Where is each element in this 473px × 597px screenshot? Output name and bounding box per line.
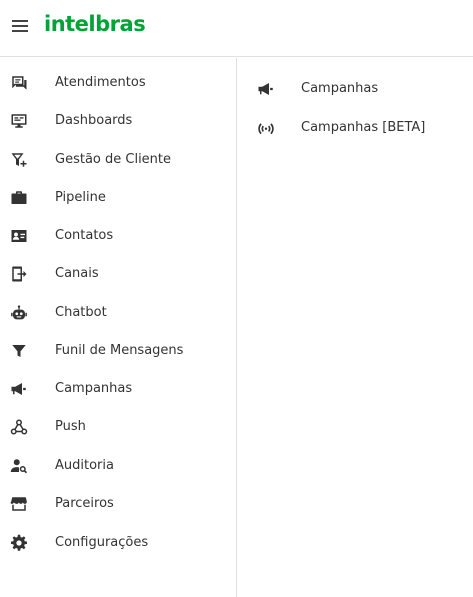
sidebar-item-label: Configurações: [55, 535, 149, 550]
submenu-item-campanhas-beta[interactable]: Campanhas [BETA]: [238, 109, 473, 147]
robot-icon: [10, 304, 28, 322]
sidebar-item-label: Funil de Mensagens: [55, 343, 184, 358]
brand-logo[interactable]: intelbras: [44, 12, 146, 36]
sidebar: Atendimentos Dashboards Gestão de Client…: [0, 58, 237, 597]
sidebar-item-contatos[interactable]: Contatos: [0, 217, 236, 255]
sidebar-item-auditoria[interactable]: Auditoria: [0, 447, 236, 485]
sidebar-item-gestao-de-cliente[interactable]: Gestão de Cliente: [0, 141, 236, 179]
submenu-panel: Campanhas Campanhas [BETA]: [238, 58, 473, 597]
sidebar-item-parceiros[interactable]: Parceiros: [0, 485, 236, 523]
sidebar-item-label: Push: [55, 419, 86, 434]
gear-icon: [10, 534, 28, 552]
sidebar-item-label: Campanhas: [55, 381, 133, 396]
person-search-icon: [10, 457, 28, 475]
sidebar-item-campanhas[interactable]: Campanhas: [0, 370, 236, 408]
submenu-item-campanhas[interactable]: Campanhas: [238, 70, 473, 108]
submenu-item-label: Campanhas: [301, 81, 379, 96]
top-bar: intelbras: [0, 0, 473, 57]
sidebar-item-label: Dashboards: [55, 113, 133, 128]
sidebar-item-dashboards[interactable]: Dashboards: [0, 102, 236, 140]
sidebar-item-label: Contatos: [55, 228, 114, 243]
broadcast-icon: [257, 119, 275, 137]
megaphone-icon: [257, 80, 275, 98]
briefcase-icon: [10, 189, 28, 207]
sidebar-item-canais[interactable]: Canais: [0, 255, 236, 293]
sidebar-item-label: Atendimentos: [55, 75, 146, 90]
filter-add-icon: [10, 151, 28, 169]
webhook-icon: [10, 418, 28, 436]
sidebar-item-label: Gestão de Cliente: [55, 152, 172, 167]
sidebar-item-label: Pipeline: [55, 190, 106, 205]
sidebar-item-label: Parceiros: [55, 496, 114, 511]
monitor-icon: [10, 112, 28, 130]
contact-card-icon: [10, 227, 28, 245]
submenu-item-label: Campanhas [BETA]: [301, 120, 426, 135]
chat-icon: [10, 74, 28, 92]
sidebar-item-funil-de-mensagens[interactable]: Funil de Mensagens: [0, 332, 236, 370]
sidebar-item-configuracoes[interactable]: Configurações: [0, 524, 236, 562]
sidebar-item-chatbot[interactable]: Chatbot: [0, 294, 236, 332]
hamburger-icon[interactable]: [12, 20, 28, 32]
mobile-arrow-icon: [10, 265, 28, 283]
sidebar-item-label: Canais: [55, 266, 99, 281]
storefront-icon: [10, 495, 28, 513]
sidebar-item-label: Auditoria: [55, 458, 114, 473]
sidebar-item-pipeline[interactable]: Pipeline: [0, 179, 236, 217]
funnel-icon: [10, 342, 28, 360]
sidebar-item-label: Chatbot: [55, 305, 107, 320]
sidebar-item-atendimentos[interactable]: Atendimentos: [0, 64, 236, 102]
sidebar-item-push[interactable]: Push: [0, 408, 236, 446]
megaphone-icon: [10, 380, 28, 398]
